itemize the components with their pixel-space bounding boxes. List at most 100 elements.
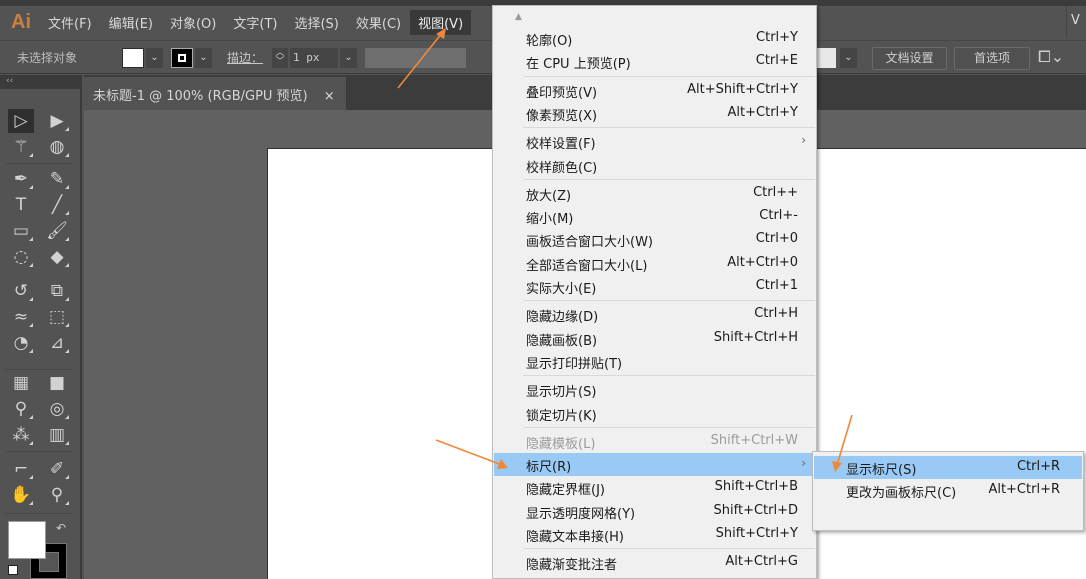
view-menu-item[interactable]: 轮廓(O) Ctrl+Y: [494, 27, 816, 50]
slice-icon: ✐: [49, 459, 65, 479]
gradient-tool[interactable]: ■: [44, 371, 70, 395]
symbol-sprayer-icon: ⁂: [12, 425, 30, 445]
default-colors-icon[interactable]: [8, 565, 18, 575]
view-menu-item[interactable]: 显示透明度网格(Y) Shift+Ctrl+D: [494, 500, 816, 523]
stroke-weight-field[interactable]: 1 px: [290, 48, 338, 68]
view-menu-item[interactable]: 隐藏渐变批注者 Alt+Ctrl+G: [494, 551, 816, 574]
stroke-label[interactable]: 描边：: [227, 49, 263, 66]
lasso-icon: ◍: [49, 137, 65, 157]
tool-separator: [6, 451, 72, 452]
style-dropdown[interactable]: ⌄: [840, 48, 857, 68]
eraser-tool[interactable]: ◆: [44, 245, 70, 269]
change-to-artboard-rulers-item[interactable]: 更改为画板标尺(C) Alt+Ctrl+R: [814, 479, 1082, 502]
view-menu-item[interactable]: 像素预览(X) Alt+Ctrl+Y: [494, 102, 816, 125]
view-menu-item[interactable]: 隐藏画板(B) Shift+Ctrl+H: [494, 327, 816, 350]
close-tab-icon[interactable]: ×: [324, 89, 335, 104]
menu-separator: [523, 548, 815, 550]
swap-colors-icon[interactable]: ↶: [56, 521, 66, 535]
menu-effect[interactable]: 效果(C): [348, 10, 409, 35]
tool-group-indicator: [65, 153, 69, 157]
pen-tool[interactable]: ✒: [8, 167, 34, 191]
view-menu-item[interactable]: 放大(Z) Ctrl++: [494, 182, 816, 205]
paintbrush-tool[interactable]: 🖌: [44, 219, 70, 243]
menu-file[interactable]: 文件(F): [40, 10, 100, 35]
lasso-tool[interactable]: ◍: [44, 135, 70, 159]
menu-item-label: 全部适合窗口大小(L): [526, 258, 648, 274]
eyedropper-icon: ⚲: [14, 399, 28, 419]
view-menu-item[interactable]: 隐藏定界框(J) Shift+Ctrl+B: [494, 476, 816, 499]
preferences-button[interactable]: 首选项: [954, 47, 1030, 70]
fill-dropdown[interactable]: ⌄: [146, 48, 163, 68]
tool-group-indicator: [29, 501, 33, 505]
type-tool[interactable]: T: [8, 193, 34, 217]
view-menu-item[interactable]: 画板适合窗口大小(W) Ctrl+0: [494, 228, 816, 251]
view-menu-item[interactable]: 锁定切片(K): [494, 402, 816, 425]
fill-color-box[interactable]: [8, 521, 46, 559]
mesh-tool[interactable]: ▦: [8, 371, 34, 395]
eyedropper-tool[interactable]: ⚲: [8, 397, 34, 421]
rectangle-tool[interactable]: ▭: [8, 219, 34, 243]
shaper-tool[interactable]: ◌: [8, 245, 34, 269]
arrange-documents-icon[interactable]: ⧠⌄: [1038, 47, 1064, 67]
menu-view[interactable]: 视图(V): [410, 9, 472, 35]
warp-tool[interactable]: ≈: [8, 305, 34, 329]
shape-builder-tool[interactable]: ◔: [8, 331, 34, 355]
menu-type[interactable]: 文字(T): [225, 10, 285, 35]
zoom-icon: ⚲: [50, 485, 64, 505]
view-menu-item[interactable]: 显示切片(S): [494, 378, 816, 401]
menu-item-label: 隐藏渐变批注者: [526, 558, 618, 574]
stroke-dropdown[interactable]: ⌄: [195, 48, 212, 68]
direct-selection-tool[interactable]: ▶: [44, 109, 70, 133]
view-menu-item[interactable]: 实际大小(E) Ctrl+1: [494, 275, 816, 298]
scale-icon: ⧉: [50, 281, 64, 301]
stroke-weight-stepper[interactable]: ︿ ﹀: [272, 48, 288, 68]
artboard-tool[interactable]: ⌐: [8, 457, 34, 481]
view-menu-item[interactable]: 隐藏边缘(D) Ctrl+H: [494, 303, 816, 326]
blend-tool[interactable]: ◎: [44, 397, 70, 421]
menu-select[interactable]: 选择(S): [286, 10, 346, 35]
fill-color-swatch[interactable]: [122, 48, 144, 68]
toolbar-collapse[interactable]: ‹‹: [0, 75, 82, 89]
curvature-tool[interactable]: ✎: [44, 167, 70, 191]
menu-item-label: 叠印预览(V): [526, 85, 598, 101]
hand-tool[interactable]: ✋: [8, 483, 34, 507]
slice-tool[interactable]: ✐: [44, 457, 70, 481]
menu-object[interactable]: 对象(O): [162, 10, 224, 35]
column-graph-tool[interactable]: ▥: [44, 423, 70, 447]
document-setup-button[interactable]: 文档设置: [872, 47, 947, 70]
tool-group-indicator: [29, 263, 33, 267]
menu-item-label: 像素预览(X): [526, 108, 598, 124]
stroke-color-swatch[interactable]: [171, 48, 193, 68]
show-rulers-item[interactable]: 显示标尺(S) Ctrl+R: [814, 456, 1082, 479]
document-tab[interactable]: 未标题-1 @ 100% (RGB/GPU 预览) ×: [84, 77, 346, 110]
zoom-tool[interactable]: ⚲: [44, 483, 70, 507]
view-menu-item[interactable]: 校样设置(F) ›: [494, 130, 816, 153]
menu-item-label: 更改为画板标尺(C): [846, 486, 957, 501]
selection-tool[interactable]: ▷: [8, 109, 34, 133]
menu-item-label: 缩小(M): [526, 212, 574, 228]
view-menu-item[interactable]: 校样颜色(C): [494, 154, 816, 177]
view-menu-item[interactable]: 全部适合窗口大小(L) Alt+Ctrl+0: [494, 252, 816, 275]
view-menu-item[interactable]: 在 CPU 上预览(P) Ctrl+E: [494, 50, 816, 73]
magic-wand-tool[interactable]: ⚚: [8, 135, 34, 159]
view-menu-item[interactable]: 缩小(M) Ctrl+-: [494, 205, 816, 228]
menu-item-shortcut: Alt+Ctrl+0: [727, 254, 798, 270]
rotate-tool[interactable]: ↺: [8, 279, 34, 303]
scale-tool[interactable]: ⧉: [44, 279, 70, 303]
free-transform-tool[interactable]: ⬚: [44, 305, 70, 329]
line-segment-tool[interactable]: ╱: [44, 193, 70, 217]
selection-icon: ▷: [14, 111, 28, 131]
perspective-grid-tool[interactable]: ⊿: [44, 331, 70, 355]
menu-edit[interactable]: 编辑(E): [101, 10, 161, 35]
variable-width-field[interactable]: [365, 48, 466, 68]
curvature-icon: ✎: [49, 169, 65, 189]
tool-group-indicator: [29, 185, 33, 189]
stroke-weight-dropdown[interactable]: ⌄: [340, 48, 357, 68]
menu-scroll-up-icon[interactable]: ▲: [515, 12, 522, 22]
view-menu-item[interactable]: 隐藏文本串接(H) Shift+Ctrl+Y: [494, 523, 816, 546]
view-menu-item[interactable]: 显示打印拼贴(T): [494, 350, 816, 373]
symbol-sprayer-tool[interactable]: ⁂: [8, 423, 34, 447]
view-menu-item[interactable]: 标尺(R) ›: [494, 453, 816, 477]
view-menu-item[interactable]: 叠印预览(V) Alt+Shift+Ctrl+Y: [494, 79, 816, 102]
ai-logo: Ai: [11, 10, 31, 33]
